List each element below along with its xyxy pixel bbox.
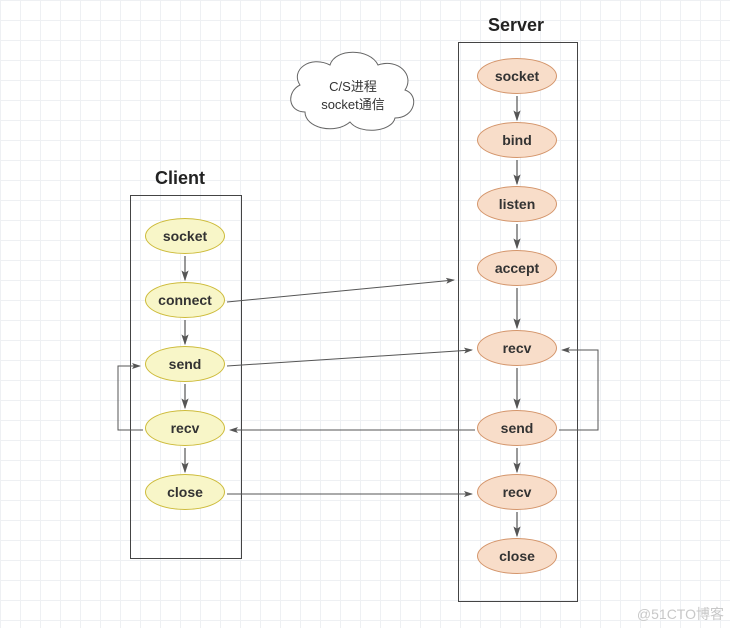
- node-label: close: [167, 484, 203, 500]
- node-label: socket: [163, 228, 207, 244]
- server-recv2-node: recv: [477, 474, 557, 510]
- server-recv1-node: recv: [477, 330, 557, 366]
- cloud-label: C/S进程 socket通信: [298, 78, 408, 114]
- server-accept-node: accept: [477, 250, 557, 286]
- client-close-node: close: [145, 474, 225, 510]
- cloud-line1: C/S进程: [329, 79, 377, 94]
- node-label: recv: [503, 484, 532, 500]
- server-bind-node: bind: [477, 122, 557, 158]
- cloud-line2: socket通信: [321, 97, 385, 112]
- server-close-node: close: [477, 538, 557, 574]
- node-label: recv: [503, 340, 532, 356]
- node-label: close: [499, 548, 535, 564]
- node-label: send: [501, 420, 534, 436]
- node-label: socket: [495, 68, 539, 84]
- server-listen-node: listen: [477, 186, 557, 222]
- node-label: send: [169, 356, 202, 372]
- watermark: @51CTO博客: [637, 604, 724, 624]
- node-label: listen: [499, 196, 536, 212]
- client-recv-node: recv: [145, 410, 225, 446]
- client-connect-node: connect: [145, 282, 225, 318]
- server-send-node: send: [477, 410, 557, 446]
- node-label: connect: [158, 292, 212, 308]
- server-socket-node: socket: [477, 58, 557, 94]
- node-label: accept: [495, 260, 539, 276]
- client-send-node: send: [145, 346, 225, 382]
- node-label: bind: [502, 132, 532, 148]
- client-socket-node: socket: [145, 218, 225, 254]
- node-label: recv: [171, 420, 200, 436]
